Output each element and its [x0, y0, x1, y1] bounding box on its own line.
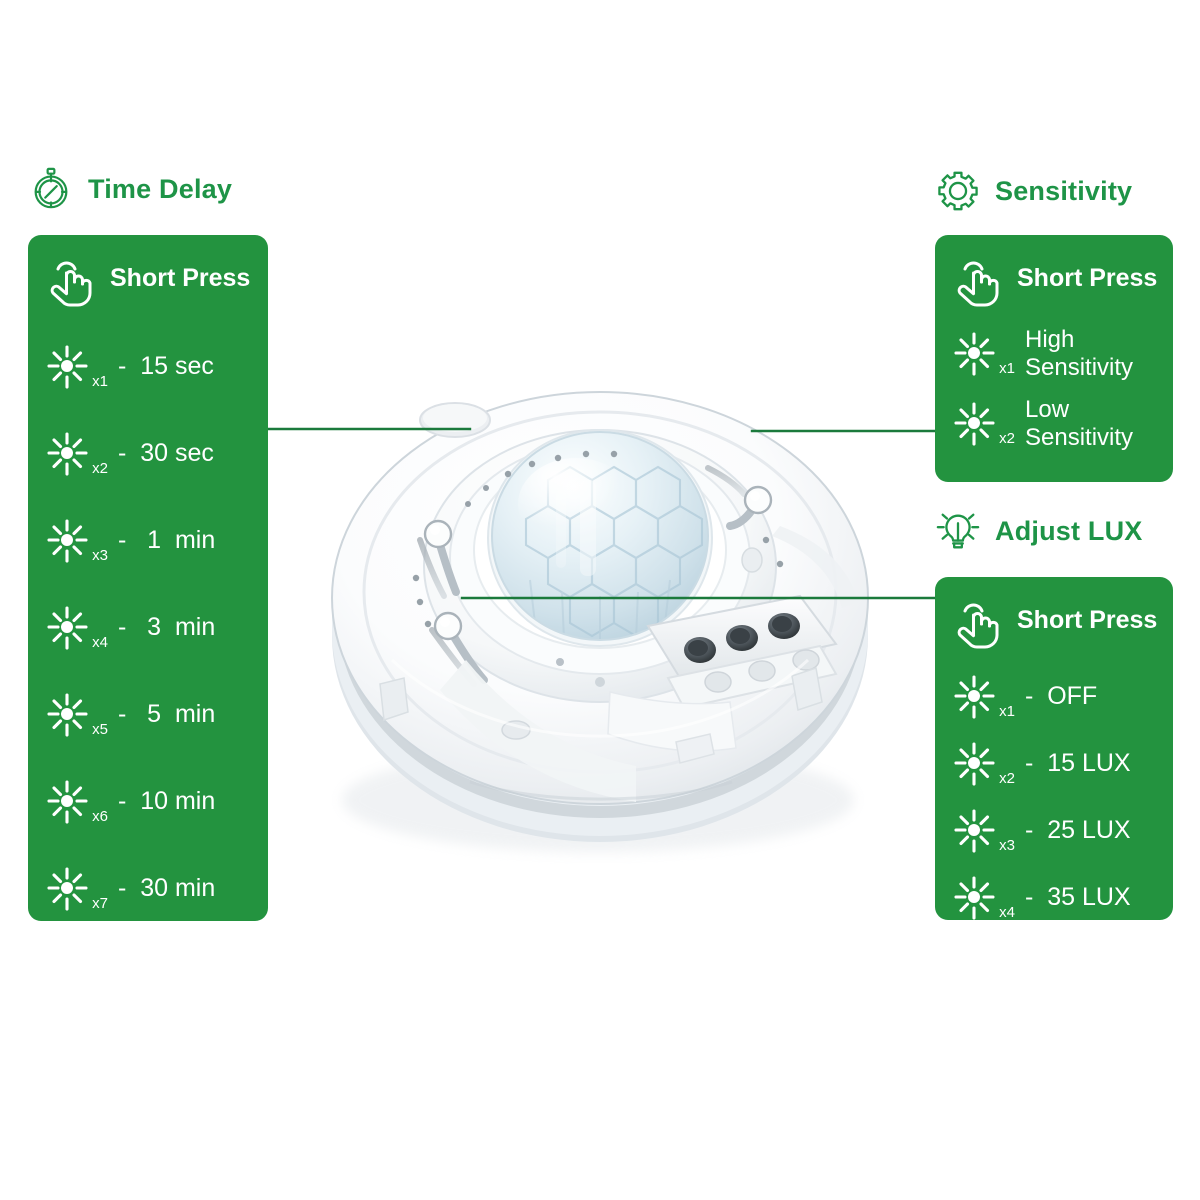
blink-flash-icon — [954, 402, 995, 446]
blink-count: x5 — [92, 720, 108, 738]
section-title-time-delay: Time Delay — [88, 173, 233, 204]
blink-flash-icon — [954, 741, 995, 786]
adjust-lux-value: - 25 LUX — [1025, 816, 1131, 844]
time-delay-rows: x1 - 15 sec x2 - 30 sec x3 - 1 min x4 - … — [28, 323, 268, 932]
time-delay-value: - 30 sec — [118, 439, 214, 467]
sensitivity-row: x2 Low Sensitivity — [935, 389, 1173, 459]
blink-flash-icon — [47, 344, 88, 389]
panel-sensitivity: Short Press x1 High Sensitivity x2 Low S… — [935, 235, 1173, 482]
blink-indicator: x1 — [953, 331, 1015, 377]
blink-count: x3 — [92, 546, 108, 564]
time-delay-row: x3 - 1 min — [28, 497, 268, 584]
time-delay-row: x4 - 3 min — [28, 584, 268, 671]
blink-flash-icon — [47, 431, 88, 476]
short-press-header-sensitivity: Short Press — [935, 235, 1173, 313]
blink-flash-icon — [47, 779, 88, 824]
time-delay-value: - 1 min — [118, 526, 216, 554]
blink-indicator: x7 — [46, 866, 108, 912]
infographic-canvas: Time Delay Short Press x1 - 15 sec x2 - … — [0, 0, 1200, 1200]
tap-hand-icon — [50, 261, 92, 307]
blink-flash-icon — [954, 875, 995, 920]
short-press-label: Short Press — [1017, 263, 1158, 292]
blink-count: x6 — [92, 807, 108, 825]
blink-indicator: x1 — [953, 674, 1015, 720]
time-delay-row: x7 - 30 min — [28, 845, 268, 932]
sensitivity-row: x1 High Sensitivity — [935, 319, 1173, 389]
blink-flash-icon — [47, 866, 88, 911]
blink-count: x3 — [999, 836, 1015, 854]
sensitivity-value-line2: Sensitivity — [1025, 354, 1134, 381]
time-delay-row: x1 - 15 sec — [28, 323, 268, 410]
sensitivity-value: High Sensitivity — [1025, 326, 1133, 383]
adjust-lux-value: - 15 LUX — [1025, 749, 1131, 777]
blink-count: x2 — [92, 459, 108, 477]
time-delay-value: - 15 sec — [118, 352, 214, 380]
blink-indicator: x2 — [953, 401, 1015, 447]
section-header-sensitivity: Sensitivity — [935, 168, 1132, 214]
sensitivity-rows: x1 High Sensitivity x2 Low Sensitivity — [935, 319, 1173, 459]
time-delay-value: - 5 min — [118, 700, 216, 728]
adjust-lux-value: - OFF — [1025, 682, 1098, 710]
blink-indicator: x5 — [46, 692, 108, 738]
blink-indicator: x1 — [46, 344, 108, 390]
time-delay-row: x2 - 30 sec — [28, 410, 268, 497]
blink-flash-icon — [47, 518, 88, 563]
blink-indicator: x4 — [953, 875, 1015, 921]
section-title-sensitivity: Sensitivity — [995, 175, 1133, 206]
blink-flash-icon — [47, 605, 88, 650]
short-press-header-time-delay: Short Press — [28, 235, 268, 313]
adjust-lux-row: x3 - 25 LUX — [935, 797, 1173, 864]
time-delay-value: - 30 min — [118, 874, 216, 902]
adjust-lux-value: - 35 LUX — [1025, 883, 1131, 911]
lightbulb-icon — [936, 513, 980, 549]
sensitivity-value-line1: Low — [1025, 395, 1070, 423]
section-header-adjust-lux: Adjust LUX — [935, 508, 1143, 554]
adjust-lux-row: x2 - 15 LUX — [935, 730, 1173, 797]
blink-indicator: x3 — [46, 518, 108, 564]
blink-count: x4 — [92, 633, 108, 651]
gear-icon — [938, 171, 978, 211]
blink-indicator: x2 — [953, 741, 1015, 787]
blink-count: x4 — [999, 903, 1015, 921]
blink-count: x2 — [999, 430, 1015, 447]
short-press-header-adjust-lux: Short Press — [935, 577, 1173, 655]
blink-count: x7 — [92, 894, 108, 912]
tap-hand-icon — [957, 603, 999, 649]
sensitivity-value-line1: High — [1025, 325, 1075, 353]
panel-adjust-lux: Short Press x1 - OFF x2 - 15 LUX x3 - 25… — [935, 577, 1173, 920]
section-header-time-delay: Time Delay — [28, 166, 232, 212]
blink-count: x1 — [999, 360, 1015, 377]
short-press-label: Short Press — [1017, 605, 1158, 634]
adjust-lux-rows: x1 - OFF x2 - 15 LUX x3 - 25 LUX x4 - 35… — [935, 663, 1173, 931]
blink-indicator: x2 — [46, 431, 108, 477]
time-delay-row: x6 - 10 min — [28, 758, 268, 845]
section-title-adjust-lux: Adjust LUX — [995, 515, 1143, 546]
sensitivity-value: Low Sensitivity — [1025, 396, 1133, 453]
adjust-lux-row: x4 - 35 LUX — [935, 864, 1173, 931]
adjust-lux-row: x1 - OFF — [935, 663, 1173, 730]
time-delay-value: - 3 min — [118, 613, 216, 641]
blink-flash-icon — [47, 692, 88, 737]
sensitivity-value-line2: Sensitivity — [1025, 424, 1134, 451]
product-image — [331, 391, 869, 852]
time-delay-value: - 10 min — [118, 787, 216, 815]
blink-indicator: x4 — [46, 605, 108, 651]
blink-count: x2 — [999, 769, 1015, 787]
short-press-label: Short Press — [110, 263, 251, 292]
blink-flash-icon — [954, 674, 995, 719]
tap-hand-icon — [957, 261, 999, 307]
blink-count: x1 — [92, 372, 108, 390]
blink-indicator: x3 — [953, 808, 1015, 854]
blink-flash-icon — [954, 808, 995, 853]
stopwatch-icon — [34, 167, 68, 209]
blink-count: x1 — [999, 702, 1015, 720]
time-delay-row: x5 - 5 min — [28, 671, 268, 758]
panel-time-delay: Short Press x1 - 15 sec x2 - 30 sec x3 -… — [28, 235, 268, 921]
blink-flash-icon — [954, 332, 995, 376]
blink-indicator: x6 — [46, 779, 108, 825]
